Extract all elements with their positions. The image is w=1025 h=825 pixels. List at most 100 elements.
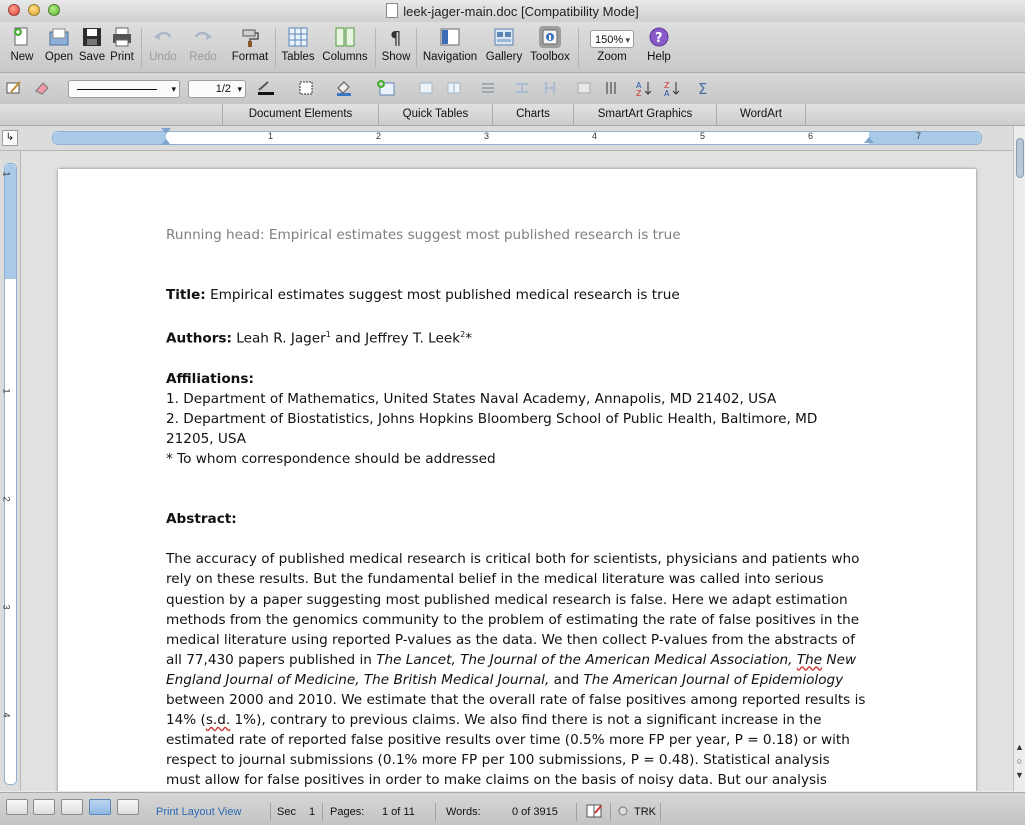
merge-cells-icon [419,82,433,94]
affiliations-heading: Affiliations: [166,369,866,389]
notebook-layout-view-button[interactable] [117,799,139,815]
tab-charts[interactable]: Charts [492,104,573,125]
line-style-select[interactable]: ▾ [68,80,180,98]
status-separator [435,803,436,821]
svg-text:A: A [664,89,670,96]
ruler-bar: ↳ 1 2 3 4 5 6 7 [0,126,1025,151]
running-head: Running head: Empirical estimates sugges… [166,227,681,243]
spelling-flagged-word[interactable]: s.d. [206,712,230,728]
abstract-text: The accuracy of published medical resear… [166,551,860,668]
right-margin-area [869,132,981,144]
open-label: Open [44,51,74,63]
abstract-text: and [549,671,584,688]
shading-bucket-icon[interactable] [334,80,354,96]
zoom-control[interactable]: 150% Zoom [584,24,640,63]
sort-ascending-icon[interactable]: AZ [636,80,652,96]
text-direction-icon[interactable] [604,80,620,96]
borders-icon[interactable] [298,80,314,96]
tables-button[interactable]: Tables [280,24,316,63]
sort-descending-icon[interactable]: ZA [664,80,680,96]
browse-object-button[interactable]: ○ [1014,755,1025,768]
line-weight-select[interactable]: 1/2 ▾ [188,80,246,98]
new-label: New [10,51,34,63]
navigation-pane-icon [440,28,460,46]
spelling-flagged-word[interactable]: The [797,652,822,668]
zoom-label: Zoom [597,51,627,63]
abstract-heading: Abstract: [166,509,866,529]
navigation-label: Navigation [422,51,478,63]
distribute-columns-icon [545,82,555,94]
border-color-icon[interactable] [256,80,276,96]
open-button[interactable]: Open [42,24,76,63]
format-painter-button[interactable]: Format [229,24,271,63]
svg-text:Σ: Σ [698,80,707,96]
first-line-indent-marker[interactable] [161,128,171,134]
gallery-button[interactable]: Gallery [484,24,524,63]
document-page[interactable]: Running head: Empirical estimates sugges… [58,169,976,791]
vertical-scrollbar[interactable]: ▲ ○ ▼ [1013,126,1025,791]
authors-line: Authors: Leah R. Jager1 and Jeffrey T. L… [166,325,866,349]
corresponding-star: * [465,330,472,347]
help-icon: ? [649,27,669,47]
help-button[interactable]: ? Help [644,24,674,63]
outline-view-button[interactable] [33,799,55,815]
current-view-label: Print Layout View [156,806,242,818]
vertical-ruler[interactable]: 1 1 2 3 4 [0,151,21,791]
title-text: Empirical estimates suggest most publish… [205,287,680,304]
tab-wordart[interactable]: WordArt [716,104,806,125]
pages-value: 1 of 11 [382,806,415,818]
draw-table-icon[interactable] [6,80,22,96]
toolbox-button[interactable]: Toolbox [527,24,573,63]
vruler-number: 4 [1,712,12,718]
right-indent-marker[interactable] [864,137,874,143]
vruler-number: 3 [1,604,12,610]
document-canvas: Running head: Empirical estimates sugges… [21,151,1013,791]
vertical-ruler-track [4,163,17,785]
section-value: 1 [309,806,316,818]
toolbar-separator [416,28,417,68]
print-button[interactable]: Print [107,24,137,63]
tab-document-elements[interactable]: Document Elements [222,104,378,125]
document-icon [386,3,399,18]
ruler-number: 6 [808,131,814,141]
navigation-button[interactable]: Navigation [420,24,480,63]
track-changes-label[interactable]: TRK [634,806,656,818]
gallery-icon [494,28,514,46]
status-separator [660,803,661,821]
eraser-icon[interactable] [34,80,50,96]
proofing-book-icon[interactable] [586,804,602,818]
document-body[interactable]: Running head: Empirical estimates sugges… [166,225,866,791]
pages-label: Pages: [330,806,365,818]
draft-view-button[interactable] [6,799,28,815]
insert-table-icon[interactable] [376,80,396,96]
top-margin-area [5,164,16,279]
toolbar-separator [375,28,376,68]
view-buttons [0,792,150,825]
publishing-layout-view-button[interactable] [61,799,83,815]
tab-quick-tables[interactable]: Quick Tables [378,104,492,125]
status-separator [576,803,577,821]
scrollbar-thumb[interactable] [1016,138,1024,178]
new-button[interactable]: New [6,24,38,63]
show-label: Show [381,51,411,63]
tab-smartart-graphics[interactable]: SmartArt Graphics [573,104,716,125]
columns-button[interactable]: Columns [320,24,370,63]
toolbar-separator [141,28,142,68]
previous-page-button[interactable]: ▲ [1014,741,1025,754]
autosum-icon[interactable]: Σ [696,80,712,96]
undo-button[interactable]: Undo [146,24,180,63]
horizontal-ruler[interactable]: 1 2 3 4 5 6 7 [52,128,982,145]
format-label: Format [231,51,269,63]
ruler-number: 5 [700,131,706,141]
formatting-toolbar: ▾ 1/2 ▾ AZ ZA Σ [0,72,1025,105]
redo-button[interactable]: Redo [186,24,220,63]
zoom-select[interactable]: 150% [590,30,634,49]
print-layout-view-button[interactable] [89,799,111,815]
next-page-button[interactable]: ▼ [1014,769,1025,782]
hanging-indent-marker[interactable] [161,139,171,145]
tab-selector-icon[interactable]: ↳ [2,130,18,146]
save-button[interactable]: Save [78,24,106,63]
split-cells-icon [447,82,461,94]
title-line: Title: Empirical estimates suggest most … [166,285,866,305]
show-formatting-button[interactable]: ¶ Show [380,24,412,63]
